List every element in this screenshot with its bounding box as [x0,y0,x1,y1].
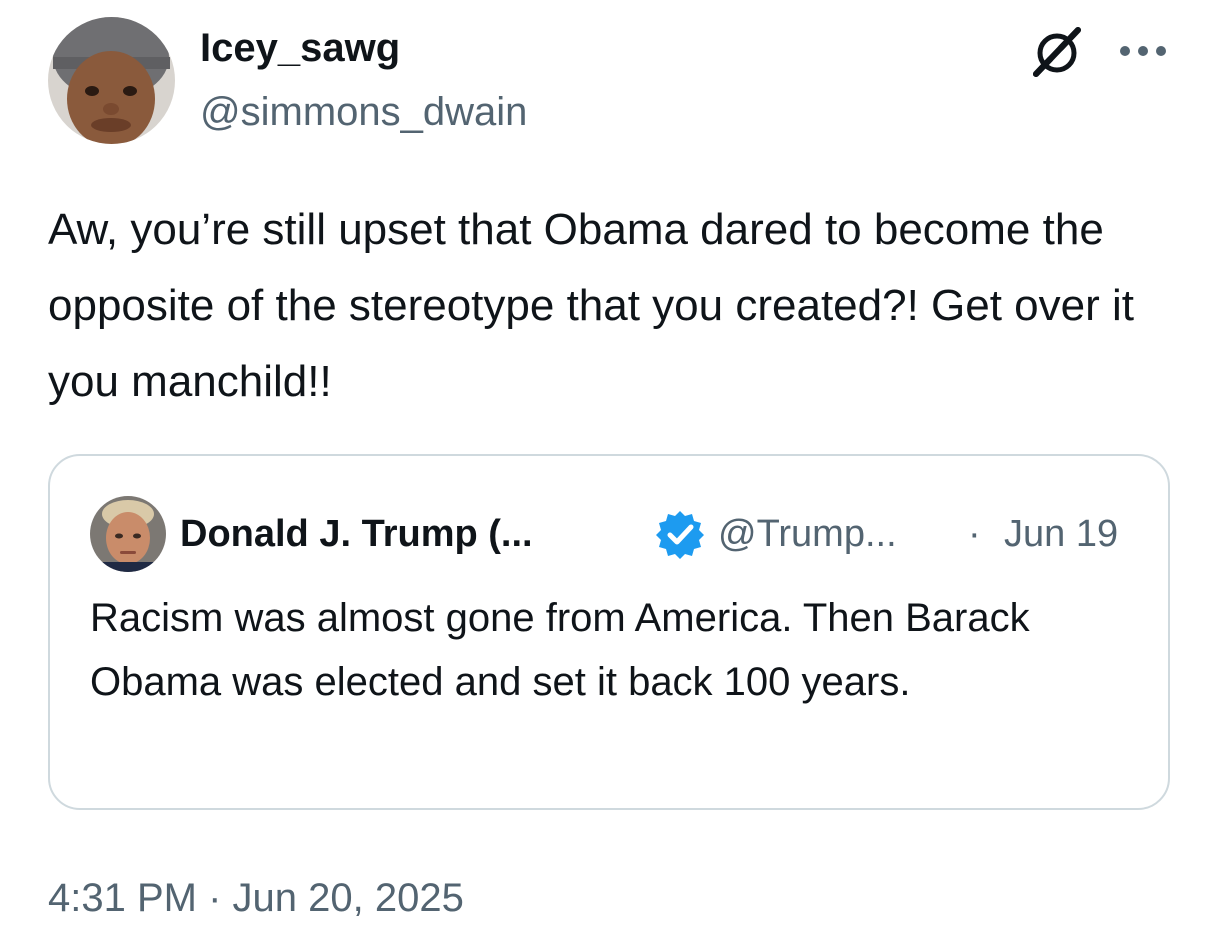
verified-badge-icon [654,508,706,560]
quote-author-avatar-image [90,496,166,572]
grok-icon-glyph [1033,27,1081,77]
quote-text: Racism was almost gone from America. The… [90,596,1030,704]
author-avatar-image [48,17,175,144]
author-display-name[interactable]: Icey_sawg [200,22,400,74]
quote-author-handle[interactable]: @Trump... [718,510,897,558]
author-avatar[interactable] [48,17,175,144]
timestamp-separator: · [208,876,222,920]
tweet-timestamp[interactable]: 4:31 PM · Jun 20, 2025 [48,872,464,924]
tweet-date: Jun 20, 2025 [232,876,464,920]
verified-badge-icon-glyph [656,511,704,559]
more-horizontal-icon-glyph [1120,46,1166,56]
tweet-time: 4:31 PM [48,876,197,920]
quote-date[interactable]: Jun 19 [1004,510,1118,558]
quote-author-avatar[interactable] [90,496,166,572]
quoted-tweet-card[interactable]: Donald J. Trump (... @Trump... · Jun 19 … [48,454,1170,810]
more-horizontal-icon[interactable] [1116,40,1170,62]
quote-author-display-name[interactable]: Donald J. Trump (... [180,510,533,558]
tweet-text: Aw, you’re still upset that Obama dared … [48,205,1134,406]
grok-icon[interactable] [1030,26,1082,78]
quote-separator: · [968,513,981,555]
author-handle[interactable]: @simmons_dwain [200,86,527,138]
